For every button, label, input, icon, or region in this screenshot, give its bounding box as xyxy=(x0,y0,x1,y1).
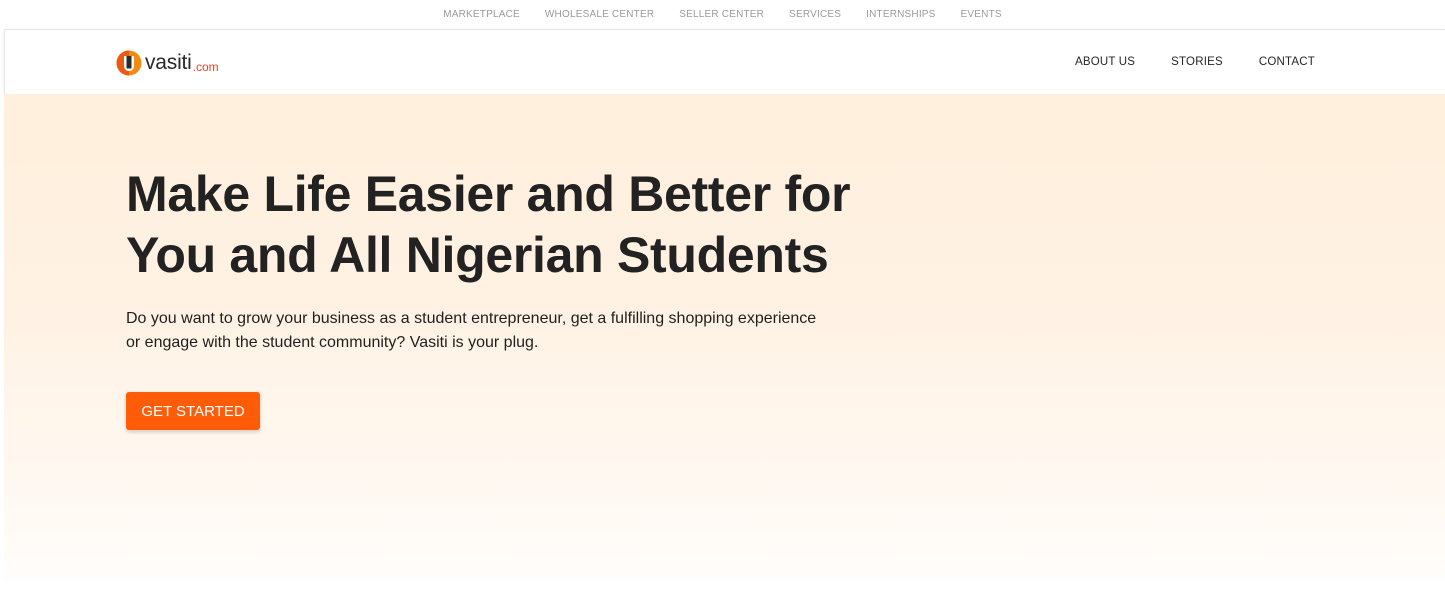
hero-description: Do you want to grow your business as a s… xyxy=(126,310,817,351)
main-nav: ABOUT US STORIES CONTACT xyxy=(1039,30,1315,93)
hero-title: Make Life Easier and Better for You and … xyxy=(126,166,851,283)
site-header: vasiti .com ABOUT US STORIES CONTACT xyxy=(4,29,1445,94)
get-started-button[interactable]: GET STARTED xyxy=(126,392,260,430)
logo-wordmark: vasiti xyxy=(145,51,192,74)
top-link-services[interactable]: SERVICES xyxy=(789,9,841,20)
top-link-internships[interactable]: INTERNSHIPS xyxy=(866,9,935,20)
top-link-seller-center[interactable]: SELLER CENTER xyxy=(679,9,764,20)
nav-stories[interactable]: STORIES xyxy=(1171,56,1223,68)
top-utility-nav: MARKETPLACE WHOLESALE CENTER SELLER CENT… xyxy=(0,0,1445,29)
top-link-events[interactable]: EVENTS xyxy=(961,9,1002,20)
nav-contact[interactable]: CONTACT xyxy=(1259,56,1315,68)
top-link-wholesale-center[interactable]: WHOLESALE CENTER xyxy=(545,9,654,20)
top-link-marketplace[interactable]: MARKETPLACE xyxy=(443,9,520,20)
nav-about-us[interactable]: ABOUT US xyxy=(1075,56,1135,68)
logo-link[interactable]: vasiti .com xyxy=(116,48,219,78)
vasiti-logo-icon xyxy=(116,50,142,76)
logo-tld: .com xyxy=(192,59,219,74)
hero-section: Make Life Easier and Better for You and … xyxy=(4,94,1445,580)
